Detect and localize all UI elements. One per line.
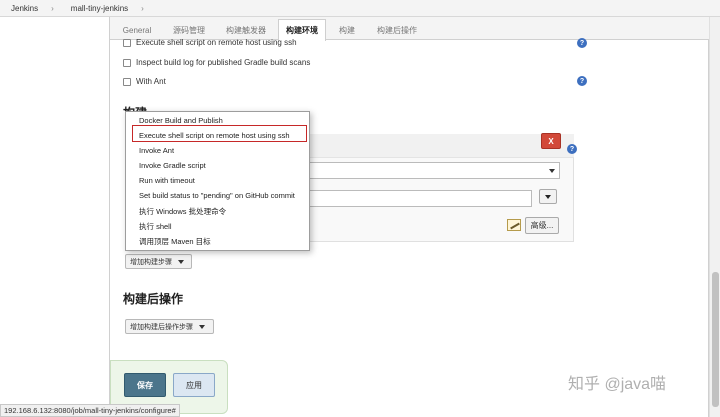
scrollbar[interactable]	[709, 17, 720, 417]
breadcrumb-separator: ›	[141, 3, 144, 13]
option-execute-shell-ssh[interactable]: Execute shell script on remote host usin…	[123, 38, 297, 47]
add-build-step-label: 增加构建步骤	[130, 258, 172, 266]
breadcrumb-job[interactable]: mall-tiny-jenkins	[71, 4, 128, 13]
advanced-button[interactable]: 高级...	[525, 217, 559, 234]
add-post-build-step-label: 增加构建后操作步骤	[130, 323, 193, 331]
menu-item-execute-shell[interactable]: 执行 shell	[139, 221, 172, 232]
help-icon[interactable]: ?	[567, 144, 577, 154]
status-url: 192.168.6.132:8080/job/mall-tiny-jenkins…	[0, 404, 180, 417]
caret-down-icon	[199, 324, 205, 329]
scrollbar-thumb[interactable]	[712, 272, 719, 407]
add-build-step-button[interactable]: 增加构建步骤	[125, 254, 192, 269]
breadcrumb: Jenkins › mall-tiny-jenkins ›	[0, 0, 720, 17]
menu-item-execute-shell-ssh[interactable]: Execute shell script on remote host usin…	[139, 131, 290, 140]
checkbox[interactable]	[123, 58, 131, 67]
watermark: 知乎 @java喵	[568, 376, 667, 393]
checkbox[interactable]	[123, 77, 131, 86]
option-inspect-gradle[interactable]: Inspect build log for published Gradle b…	[123, 58, 310, 67]
command-field[interactable]	[303, 190, 532, 207]
tab-post-build[interactable]: 构建后操作	[370, 21, 424, 40]
build-step-dropdown: Docker Build and Publish Execute shell s…	[125, 111, 310, 251]
chevron-down-icon	[545, 194, 551, 199]
chevron-down-icon	[549, 169, 555, 173]
menu-item-invoke-gradle[interactable]: Invoke Gradle script	[139, 161, 206, 170]
expand-button[interactable]	[539, 189, 557, 204]
help-icon[interactable]: ?	[577, 38, 587, 48]
menu-item-maven-targets[interactable]: 调用顶层 Maven 目标	[139, 236, 211, 247]
add-post-build-step-button[interactable]: 增加构建后操作步骤	[125, 319, 214, 334]
post-build-section-title: 构建后操作	[123, 292, 184, 306]
breadcrumb-separator: ›	[51, 3, 54, 13]
build-step-header	[303, 134, 574, 158]
left-gutter	[0, 17, 110, 417]
build-section-title: 构建	[123, 104, 147, 111]
edit-icon[interactable]	[507, 219, 521, 231]
menu-item-invoke-ant[interactable]: Invoke Ant	[139, 146, 174, 155]
tab-build[interactable]: 构建	[332, 21, 362, 40]
tab-bar: General 源码管理 构建触发器 构建环境 构建 构建后操作	[110, 17, 709, 41]
menu-item-docker-build-publish[interactable]: Docker Build and Publish	[139, 116, 223, 125]
apply-button[interactable]: 应用	[173, 373, 215, 397]
help-icon[interactable]: ?	[577, 76, 587, 86]
menu-item-windows-batch[interactable]: 执行 Windows 批处理命令	[139, 206, 226, 217]
caret-down-icon	[178, 259, 184, 264]
ssh-site-select[interactable]	[303, 162, 560, 179]
save-button[interactable]: 保存	[124, 373, 166, 397]
menu-item-run-with-timeout[interactable]: Run with timeout	[139, 176, 195, 185]
option-label: Execute shell script on remote host usin…	[136, 38, 297, 47]
option-with-ant[interactable]: With Ant	[123, 77, 166, 86]
option-label: Inspect build log for published Gradle b…	[136, 58, 311, 67]
delete-step-button[interactable]: X	[541, 133, 561, 149]
option-label: With Ant	[136, 77, 166, 86]
checkbox[interactable]	[123, 38, 131, 47]
menu-item-set-build-status[interactable]: Set build status to "pending" on GitHub …	[139, 191, 295, 200]
breadcrumb-jenkins[interactable]: Jenkins	[11, 4, 38, 13]
